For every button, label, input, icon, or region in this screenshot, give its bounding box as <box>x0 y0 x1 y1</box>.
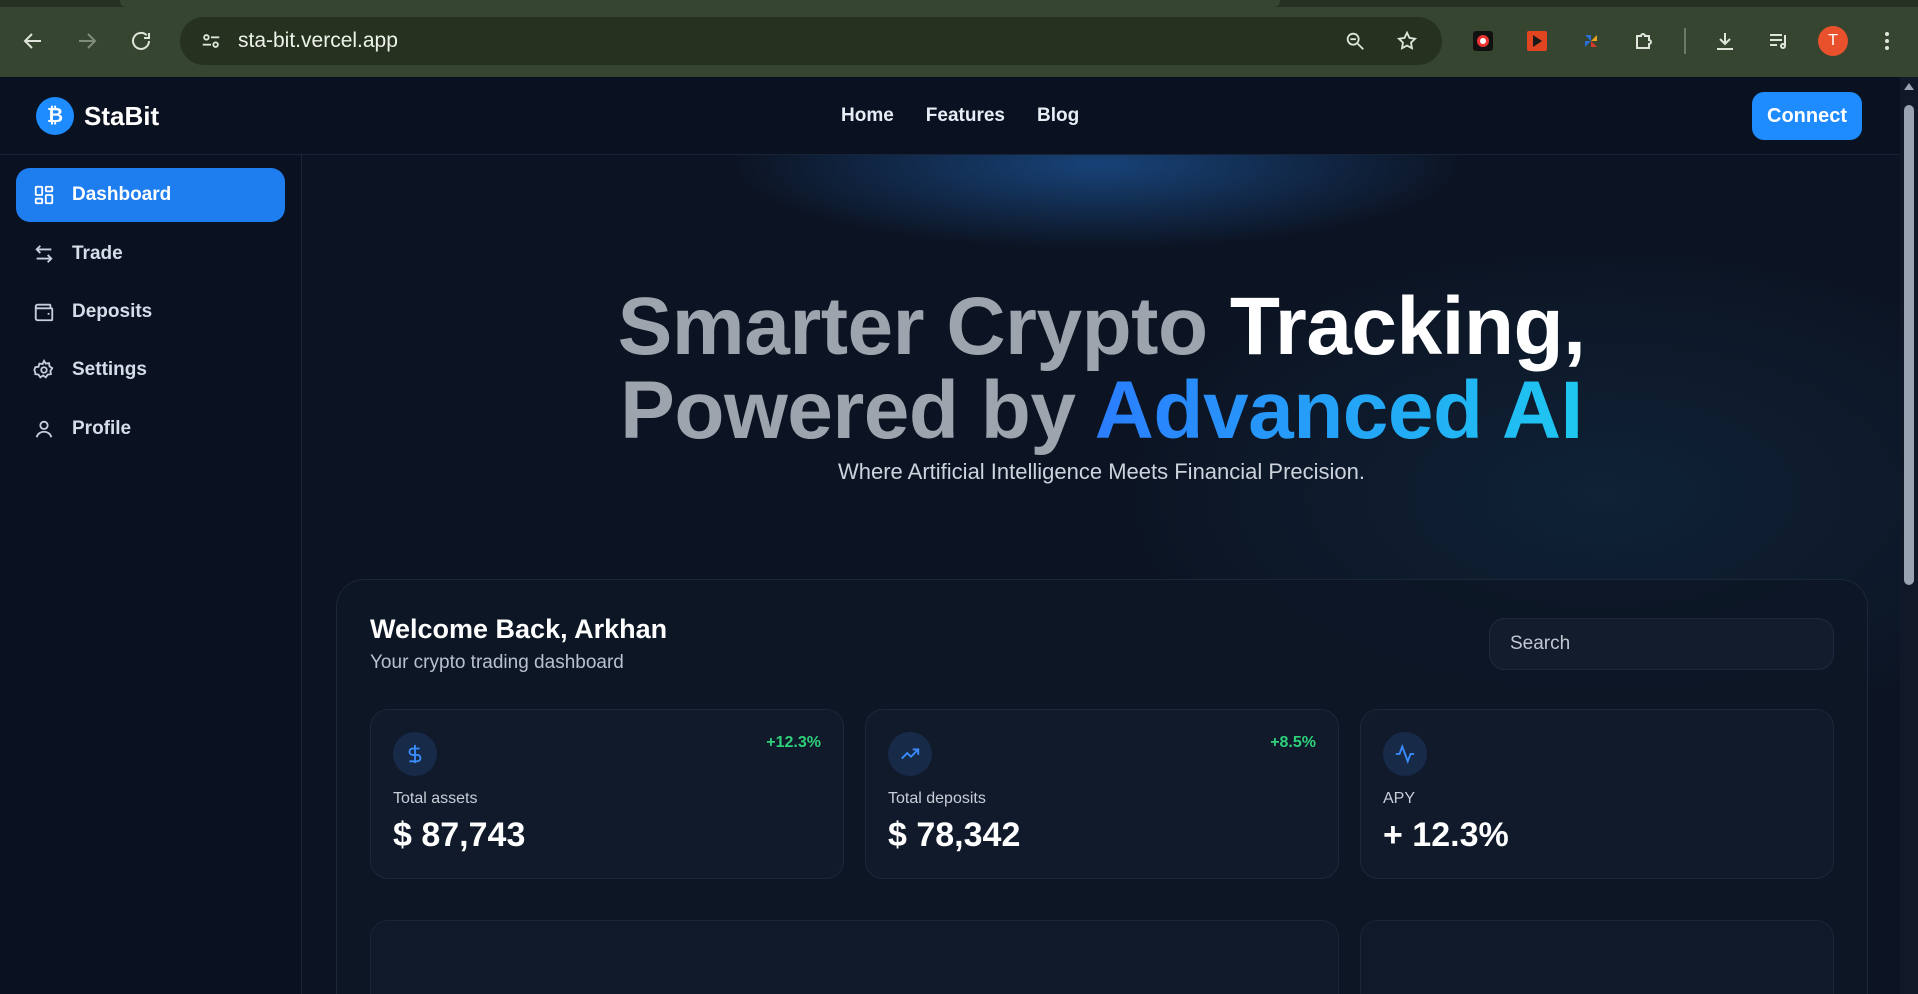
connect-button[interactable]: Connect <box>1752 92 1862 140</box>
gear-icon <box>32 358 56 382</box>
hero-line1-bright: Tracking, <box>1229 281 1586 372</box>
welcome-subtitle: Your crypto trading dashboard <box>370 652 624 673</box>
brand-name: StaBit <box>84 100 160 131</box>
sidebar-item-label: Settings <box>72 359 147 380</box>
reload-button[interactable] <box>124 24 158 58</box>
main-content: Smarter Crypto Tracking, Powered by Adva… <box>303 155 1900 994</box>
stat-change: +12.3% <box>766 734 821 751</box>
sidebar-item-label: Trade <box>72 243 123 264</box>
arrow-left-icon <box>23 33 41 49</box>
sidebar-item-deposits[interactable]: Deposits <box>16 285 285 339</box>
sidebar: Dashboard Trade Deposits Settings Profil… <box>0 155 302 994</box>
sidebar-item-label: Deposits <box>72 301 153 322</box>
url-text[interactable]: sta-bit.vercel.app <box>238 29 398 53</box>
download-icon[interactable] <box>1708 24 1742 58</box>
media-playlist-icon[interactable] <box>1762 24 1796 58</box>
nav-blog-link[interactable]: Blog <box>1037 105 1079 127</box>
search-input[interactable] <box>1489 618 1834 670</box>
sidebar-item-settings[interactable]: Settings <box>16 343 285 397</box>
browser-menu-icon[interactable] <box>1870 24 1904 58</box>
hero-title: Smarter Crypto Tracking, Powered by Adva… <box>303 285 1900 453</box>
brand[interactable]: ₿ StaBit <box>36 97 159 135</box>
sidebar-item-profile[interactable]: Profile <box>16 402 285 456</box>
trending-up-icon <box>888 732 932 776</box>
welcome-heading: Welcome Back, Arkhan <box>370 614 668 644</box>
chart-card <box>370 920 1339 994</box>
sidebar-item-label: Profile <box>72 418 132 439</box>
bitcoin-logo-icon: ₿ <box>36 97 74 135</box>
top-navigation: Home Features Blog <box>841 105 1079 127</box>
arrow-right-icon <box>79 33 97 49</box>
dashboard-panel: Welcome Back, Arkhan Your crypto trading… <box>336 579 1868 994</box>
wallet-icon <box>32 300 56 324</box>
stat-card-total-assets: +12.3% Total assets $ 87,743 <box>370 709 844 879</box>
zoom-icon[interactable] <box>1338 24 1372 58</box>
activity-icon <box>1383 732 1427 776</box>
tab-strip <box>0 0 1918 7</box>
sidebar-item-label: Dashboard <box>72 184 172 205</box>
scrollbar-thumb[interactable] <box>1904 105 1914 585</box>
extensions-puzzle-icon[interactable] <box>1628 24 1662 58</box>
stat-value: + 12.3% <box>1383 816 1509 854</box>
extension-pinwheel-icon[interactable] <box>1574 24 1608 58</box>
extension-shield-icon[interactable] <box>1466 24 1500 58</box>
nav-home-link[interactable]: Home <box>841 105 894 127</box>
stat-value: $ 87,743 <box>393 816 526 854</box>
sidebar-item-trade[interactable]: Trade <box>16 227 285 281</box>
forward-button[interactable] <box>70 24 104 58</box>
hero-line1-muted: Smarter Crypto <box>617 281 1230 372</box>
nav-features-link[interactable]: Features <box>926 105 1005 127</box>
extension-media-icon[interactable] <box>1520 24 1554 58</box>
toolbar-separator <box>1684 28 1686 54</box>
stat-label: APY <box>1383 790 1416 807</box>
address-bar[interactable]: sta-bit.vercel.app <box>180 17 1442 65</box>
stat-card-apy: APY + 12.3% <box>1360 709 1834 879</box>
page-scrollbar[interactable] <box>1900 77 1918 994</box>
stat-label: Total deposits <box>888 790 986 807</box>
hero-line2-accent: Advanced AI <box>1094 365 1584 456</box>
grid-icon <box>32 183 56 207</box>
side-card <box>1360 920 1834 994</box>
sidebar-item-dashboard[interactable]: Dashboard <box>16 168 285 222</box>
back-button[interactable] <box>16 24 50 58</box>
user-icon <box>32 417 56 441</box>
dollar-icon <box>393 732 437 776</box>
site-info-icon[interactable] <box>194 24 228 58</box>
swap-arrows-icon <box>32 242 56 266</box>
browser-chrome: sta-bit.vercel.app T <box>0 0 1918 77</box>
stat-change: +8.5% <box>1270 734 1316 751</box>
stat-card-total-deposits: +8.5% Total deposits $ 78,342 <box>865 709 1339 879</box>
scroll-up-arrow-icon[interactable] <box>1904 83 1914 90</box>
stat-label: Total assets <box>393 790 478 807</box>
app-viewport: ₿ StaBit Home Features Blog Connect Dash… <box>0 77 1900 994</box>
bookmark-star-icon[interactable] <box>1390 24 1424 58</box>
reload-icon <box>132 31 150 50</box>
hero-subtitle: Where Artificial Intelligence Meets Fina… <box>837 459 1365 484</box>
hero-line2-muted: Powered by <box>620 365 1095 456</box>
profile-avatar[interactable]: T <box>1818 26 1848 56</box>
app-header: ₿ StaBit Home Features Blog Connect <box>0 77 1900 155</box>
stat-value: $ 78,342 <box>888 816 1021 854</box>
